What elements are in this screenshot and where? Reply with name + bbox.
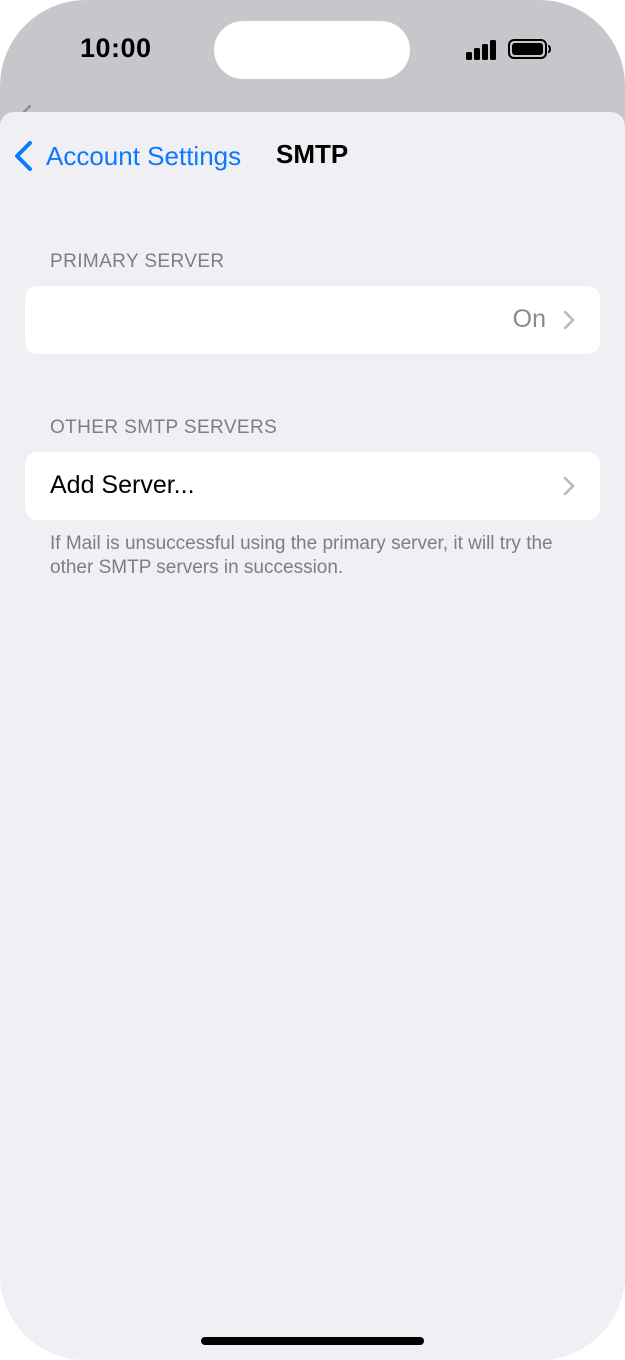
dynamic-island — [214, 21, 410, 79]
cellular-signal-icon — [466, 38, 498, 60]
primary-server-cell[interactable]: On — [25, 286, 600, 354]
add-server-label: Add Server... — [50, 471, 195, 499]
navigation-bar: Account Settings SMTP — [0, 112, 625, 200]
add-server-cell[interactable]: Add Server... — [25, 452, 600, 520]
chevron-right-icon — [563, 476, 575, 496]
status-bar: 10:00 — [0, 0, 625, 100]
home-indicator[interactable] — [201, 1337, 424, 1345]
page-title: SMTP — [276, 139, 349, 169]
back-button-label: Account Settings — [46, 140, 242, 171]
chevron-right-icon — [563, 310, 575, 330]
battery-icon — [508, 39, 551, 59]
other-servers-header: OTHER SMTP SERVERS — [50, 417, 278, 438]
primary-server-value: On — [512, 305, 546, 333]
back-button[interactable]: Account Settings — [10, 134, 241, 178]
settings-sheet: Account Settings SMTP PRIMARY SERVER On … — [0, 112, 625, 1360]
chevron-left-icon — [15, 141, 32, 171]
status-time: 10:00 — [80, 33, 152, 63]
phone-screen: 10:00 Account Settings SMTP PRIMARY SERV… — [0, 0, 625, 1360]
other-servers-footer-note: If Mail is unsuccessful using the primar… — [50, 533, 553, 578]
primary-server-header: PRIMARY SERVER — [50, 251, 225, 272]
